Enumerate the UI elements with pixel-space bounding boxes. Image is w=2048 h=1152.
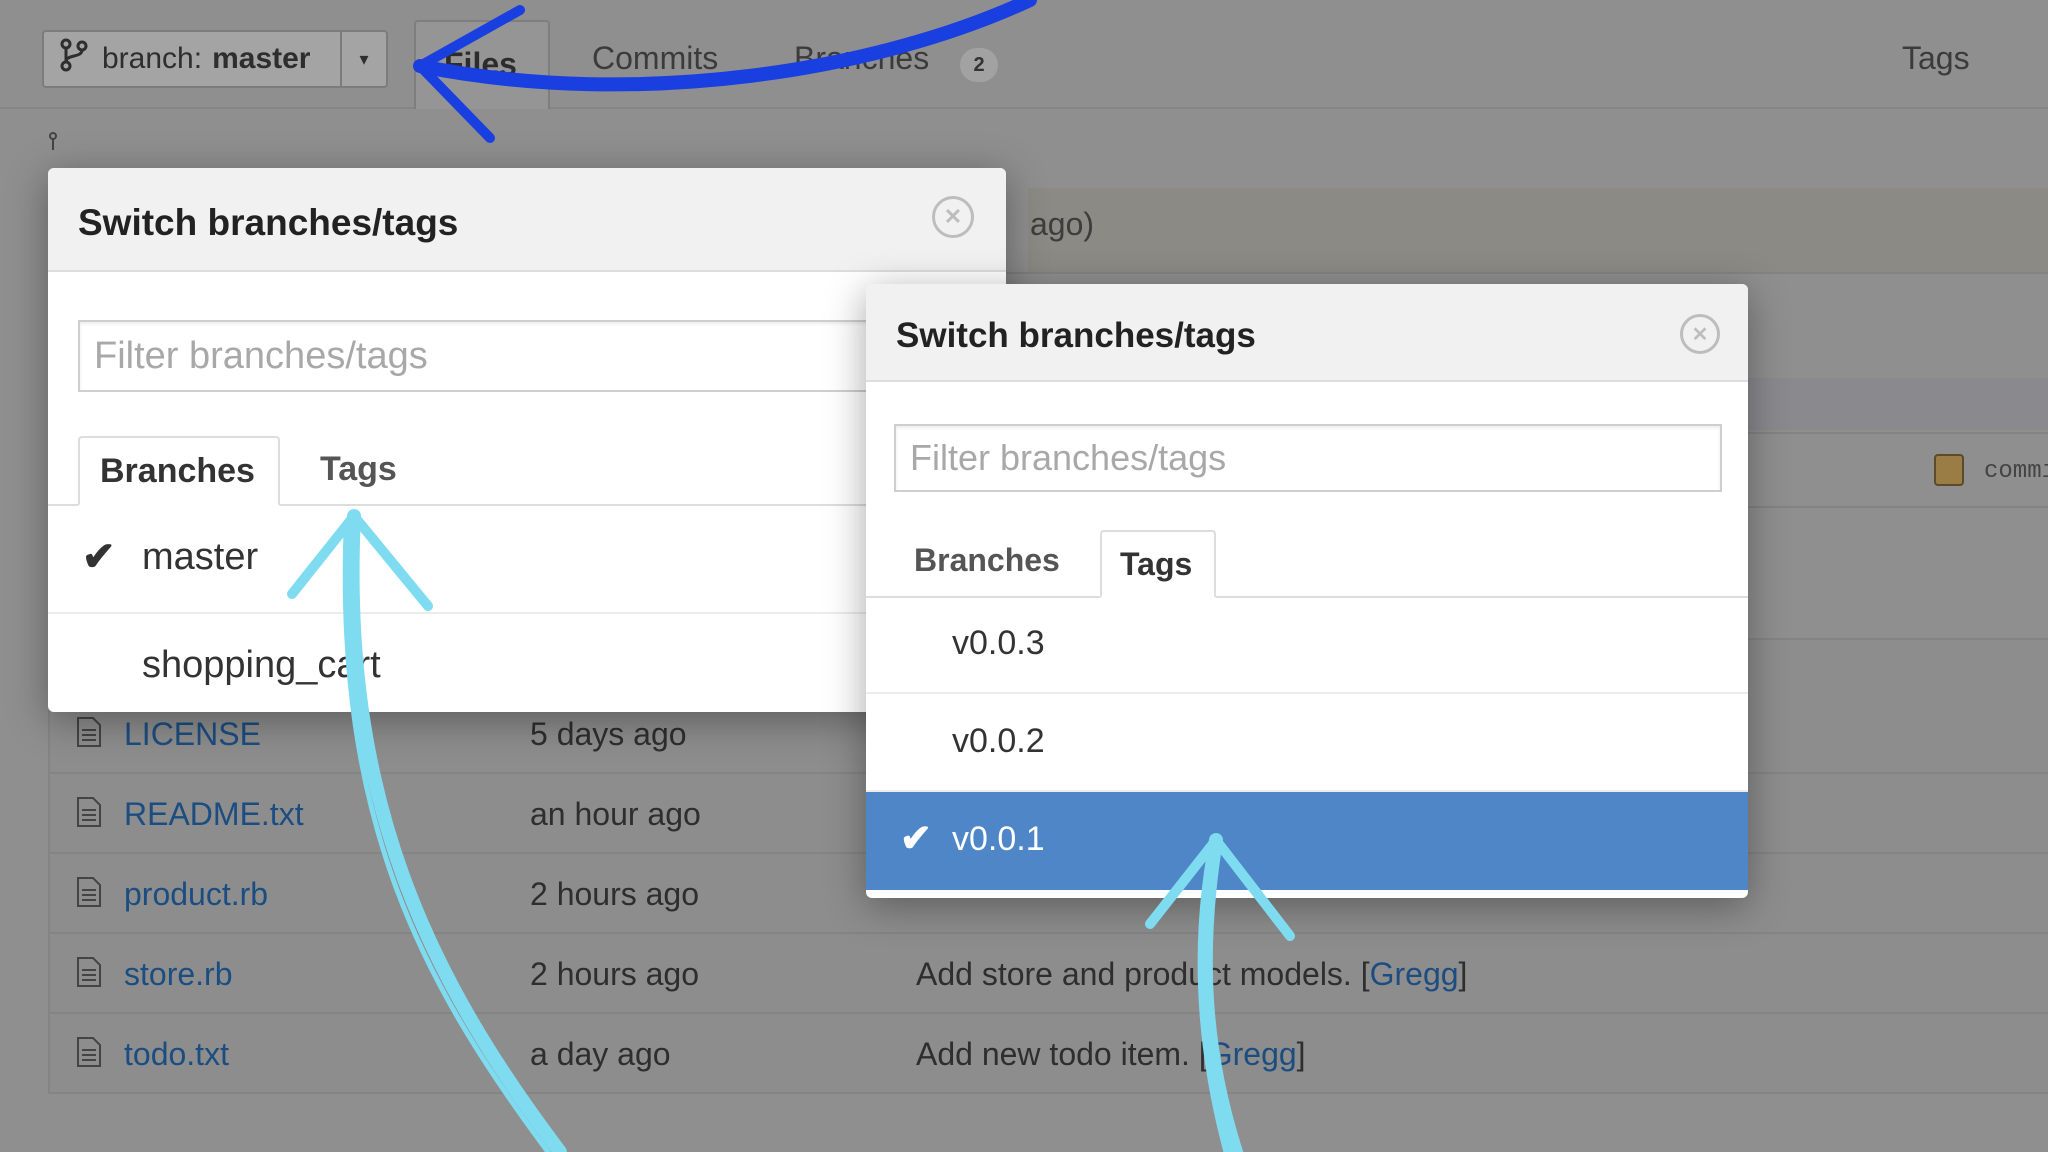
file-icon	[76, 956, 102, 988]
file-name[interactable]: store.rb	[124, 956, 232, 993]
clipboard-icon[interactable]	[1934, 454, 1964, 486]
file-age: an hour ago	[530, 796, 701, 832]
popover-title: Switch branches/tags	[78, 202, 459, 243]
file-age: 2 hours ago	[530, 956, 700, 992]
popover-tabs: Branches Tags	[48, 436, 1006, 506]
list-item-selected[interactable]: ✔ v0.0.1	[866, 792, 1748, 890]
tab-branches[interactable]: Branches	[78, 436, 280, 506]
tab-tags[interactable]: Tags	[1902, 40, 1970, 77]
popover-title: Switch branches/tags	[896, 316, 1256, 355]
commit-message: Add new todo item. [Gregg]	[916, 1036, 1306, 1073]
tab-tags[interactable]: Tags	[1100, 530, 1216, 598]
author-link[interactable]: Gregg	[1208, 1036, 1297, 1072]
close-icon[interactable]: ✕	[1680, 314, 1720, 354]
branch-label: branch:	[102, 42, 203, 75]
branch-icon	[48, 132, 72, 150]
tag-name: v0.0.2	[952, 722, 1045, 760]
branch-switcher-popover: Switch branches/tags ✕ Branches Tags ✔ m…	[48, 168, 1006, 712]
last-commit-bar	[1028, 188, 2048, 272]
tab-branches[interactable]: Branches	[794, 40, 929, 77]
filter-input[interactable]	[894, 424, 1722, 492]
bracket: ]	[1458, 956, 1468, 992]
author-link[interactable]: Gregg	[1370, 956, 1459, 992]
file-icon	[76, 796, 102, 828]
file-age: a day ago	[530, 1036, 671, 1072]
list-item[interactable]: shopping_cart	[48, 614, 1006, 710]
bracket: ]	[1296, 1036, 1306, 1072]
branches-count-badge: 2	[960, 48, 998, 82]
file-name[interactable]: LICENSE	[124, 716, 261, 753]
file-icon	[76, 1036, 102, 1068]
checkmark-icon: ✔	[82, 535, 116, 579]
tag-name: v0.0.3	[952, 624, 1045, 662]
tab-branches[interactable]: Branches	[914, 542, 1060, 579]
commit-message-text: Add new todo item. [	[916, 1036, 1208, 1072]
file-icon	[76, 716, 102, 748]
filter-input[interactable]	[78, 320, 978, 392]
file-age: 5 days ago	[530, 716, 687, 752]
file-name[interactable]: product.rb	[124, 876, 268, 913]
tag-switcher-popover: Switch branches/tags ✕ Branches Tags v0.…	[866, 284, 1748, 898]
tab-files[interactable]: Files	[414, 20, 550, 109]
file-age: 2 hours ago	[530, 876, 700, 912]
close-icon[interactable]: ✕	[932, 196, 974, 238]
table-row[interactable]: store.rb 2 hours ago Add store and produ…	[48, 934, 2048, 1014]
branch-name: master	[142, 536, 259, 578]
branch-icon	[58, 38, 92, 80]
branch-name: shopping_cart	[142, 644, 381, 686]
file-name[interactable]: todo.txt	[124, 1036, 229, 1073]
checkmark-icon: ✔	[900, 818, 932, 860]
list-item[interactable]: v0.0.3	[866, 596, 1748, 694]
list-item[interactable]: v0.0.2	[866, 694, 1748, 792]
popover-tabs: Branches Tags	[866, 530, 1748, 598]
branch-value: master	[212, 42, 311, 75]
commit-message: Add store and product models. [Gregg]	[916, 956, 1467, 993]
popover-header: Switch branches/tags ✕	[866, 284, 1748, 382]
commit-message-text: Add store and product models. [	[916, 956, 1370, 992]
tab-commits[interactable]: Commits	[592, 40, 718, 77]
repo-topbar: branch: master ▾ Files Commits Branches …	[0, 0, 2048, 109]
commit-link[interactable]: commi	[1984, 458, 2048, 485]
popover-header: Switch branches/tags ✕	[48, 168, 1006, 272]
table-row[interactable]: todo.txt a day ago Add new todo item. [G…	[48, 1014, 2048, 1094]
file-icon	[76, 876, 102, 908]
last-commit-age: ago)	[1030, 206, 1095, 242]
caret-down-icon[interactable]: ▾	[340, 32, 386, 86]
file-name[interactable]: README.txt	[124, 796, 304, 833]
tag-name: v0.0.1	[952, 820, 1045, 858]
tab-tags[interactable]: Tags	[320, 450, 397, 489]
list-item[interactable]: ✔ master	[48, 506, 1006, 614]
branch-selector-button[interactable]: branch: master ▾	[42, 30, 388, 88]
